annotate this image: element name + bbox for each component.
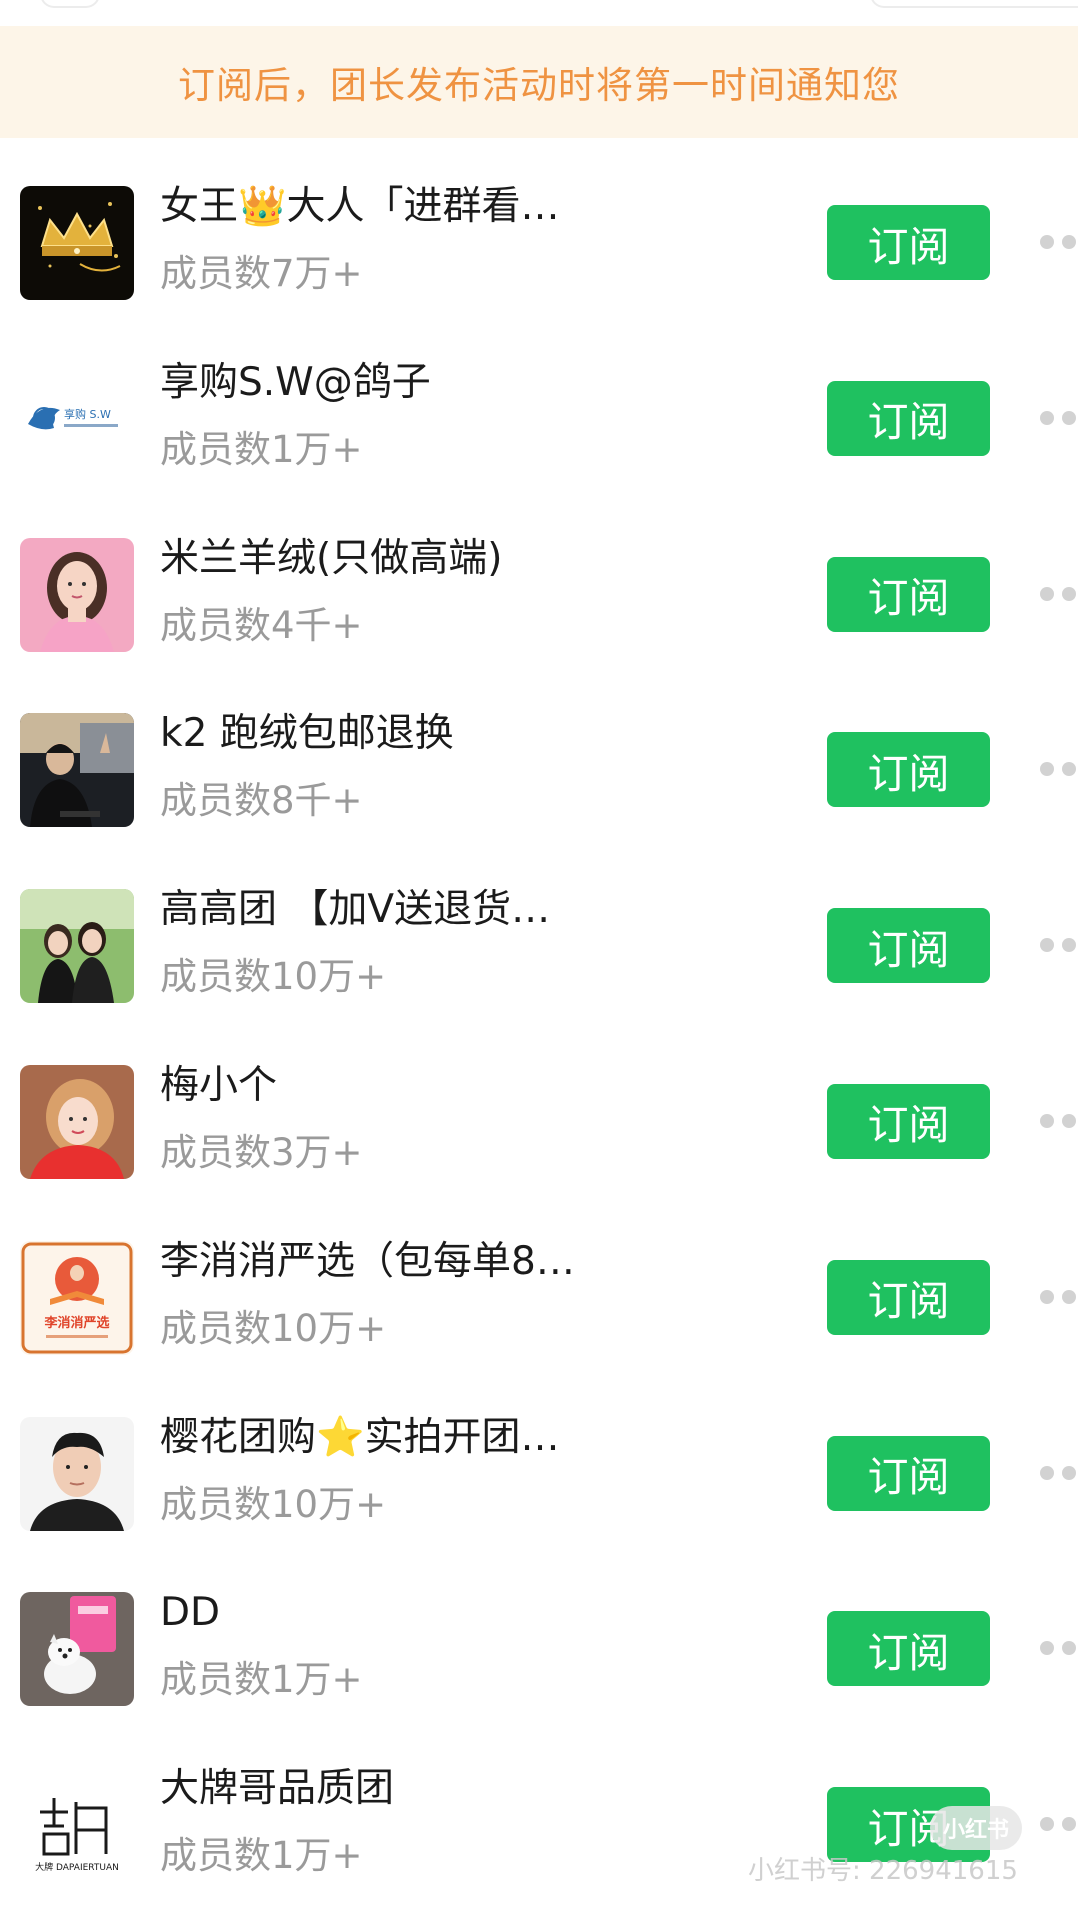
member-count: 成员数10万+ [160, 955, 387, 999]
book-logo-avatar[interactable]: 李消消严选 [20, 1240, 134, 1355]
member-count: 成员数8千+ [160, 779, 363, 823]
group-name: DD [160, 1590, 221, 1636]
member-count: 成员数1万+ [160, 1658, 363, 1702]
subscribe-button[interactable]: 订阅 [827, 380, 990, 456]
subscribe-button[interactable]: 订阅 [827, 908, 990, 984]
watermark-logo: 小红书 [930, 1806, 1022, 1850]
more-icon[interactable] [1040, 410, 1078, 427]
list-item[interactable]: 梅小个 成员数3万+ 订阅 [0, 1017, 1078, 1193]
group-name: 女王👑大人「进群看… [160, 184, 560, 229]
watermark-text: 小红书号: 226941615 [748, 1856, 1018, 1886]
list-item[interactable]: 享购 S.W 享购S.W@鸽子 成员数1万+ 订阅 [0, 314, 1078, 490]
member-count: 成员数7万+ [160, 252, 363, 295]
list-item[interactable]: 樱花团购⭐实拍开团… 成员数10万+ 订阅 [0, 1369, 1078, 1545]
two-women-avatar[interactable] [20, 889, 134, 1004]
subscribe-button[interactable]: 订阅 [827, 205, 990, 280]
list-item[interactable]: 李消消严选 李消消严选（包每单8… 成员数10万+ 订阅 [0, 1193, 1078, 1369]
group-name: 梅小个 [160, 1062, 278, 1108]
more-icon[interactable] [1040, 235, 1078, 251]
group-name: 大牌哥品质团 [160, 1766, 395, 1812]
man-in-car-avatar[interactable] [20, 713, 134, 828]
more-icon[interactable] [1040, 1817, 1078, 1833]
girl-portrait-avatar[interactable] [20, 1064, 134, 1179]
subscribe-button[interactable]: 订阅 [827, 1259, 990, 1335]
subscribe-button[interactable]: 订阅 [827, 1611, 990, 1687]
subscribe-button[interactable]: 订阅 [827, 1435, 990, 1511]
woman-portrait-avatar[interactable] [20, 537, 134, 652]
group-name: 米兰羊绒(只做高端) [160, 535, 503, 581]
more-icon[interactable] [1040, 1465, 1078, 1482]
group-name: k2 跑绒包邮退换 [160, 711, 454, 757]
group-name: 李消消严选（包每单8… [160, 1238, 575, 1284]
avatar-logo-text: 大牌 DAPAIERTUAN [35, 1861, 119, 1873]
avatar-logo-text: 享购 S.W [64, 407, 111, 421]
more-icon[interactable] [1040, 762, 1078, 778]
list-item[interactable]: k2 跑绒包邮退换 成员数8千+ 订阅 [0, 665, 1078, 841]
subscribe-notice-banner: 订阅后，团长发布活动时将第一时间通知您 [0, 26, 1078, 138]
member-count: 成员数1万+ [160, 1834, 363, 1878]
top-strip [0, 0, 1078, 26]
list-item[interactable]: 米兰羊绒(只做高端) 成员数4千+ 订阅 [0, 490, 1078, 666]
group-name: 享购S.W@鸽子 [160, 359, 431, 405]
more-icon[interactable] [1040, 1289, 1078, 1306]
member-count: 成员数10万+ [160, 1306, 387, 1350]
group-name: 樱花团购⭐实拍开团… [160, 1414, 560, 1460]
group-name: 高高团 【加V送退货… [160, 887, 551, 933]
notice-text: 订阅后，团长发布活动时将第一时间通知您 [178, 64, 900, 107]
member-count: 成员数10万+ [160, 1482, 387, 1526]
dolphin-logo-avatar[interactable]: 享购 S.W [20, 361, 134, 476]
list-item[interactable]: 女王👑大人「进群看… 成员数7万+ 订阅 [0, 138, 1078, 314]
more-icon[interactable] [1040, 586, 1078, 603]
list-item[interactable]: 高高团 【加V送退货… 成员数10万+ 订阅 [0, 841, 1078, 1017]
more-icon[interactable] [1040, 1113, 1078, 1130]
subscribe-button[interactable]: 订阅 [827, 732, 990, 808]
dog-avatar[interactable] [20, 1592, 134, 1707]
avatar-logo-text: 李消消严选 [43, 1315, 109, 1331]
list-item[interactable]: DD 成员数1万+ 订阅 [0, 1544, 1078, 1720]
subscribe-button[interactable]: 订阅 [827, 1083, 990, 1159]
top-tab-edge-right [870, 0, 1078, 8]
member-count: 成员数3万+ [160, 1130, 363, 1174]
crown-avatar[interactable] [20, 186, 134, 300]
top-tab-edge-left [40, 0, 100, 8]
member-count: 成员数1万+ [160, 427, 363, 471]
member-count: 成员数4千+ [160, 603, 363, 647]
group-list: 女王👑大人「进群看… 成员数7万+ 订阅 享购 S.W 享购S.W@鸽子 成员数… [0, 138, 1078, 1896]
man-portrait-avatar[interactable] [20, 1416, 134, 1531]
more-icon[interactable] [1040, 1641, 1078, 1657]
dapaier-logo-avatar[interactable]: 大牌 DAPAIERTUAN [20, 1768, 134, 1883]
more-icon[interactable] [1040, 938, 1078, 954]
subscribe-button[interactable]: 订阅 [827, 556, 990, 632]
